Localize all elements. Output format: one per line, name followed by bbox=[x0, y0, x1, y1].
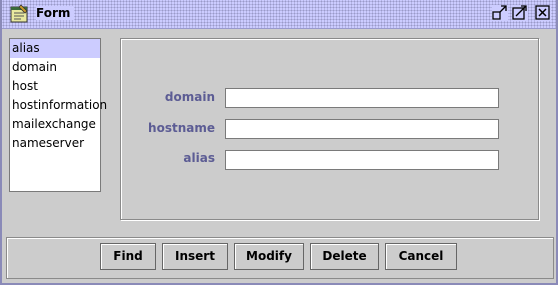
title-bar[interactable]: Form bbox=[2, 0, 556, 29]
alias-label: alias bbox=[183, 151, 215, 165]
table-list[interactable]: alias domain host hostinformation mailex… bbox=[9, 38, 107, 192]
hostname-field[interactable] bbox=[225, 119, 499, 139]
insert-button[interactable]: Insert bbox=[162, 243, 228, 270]
alias-field[interactable] bbox=[225, 150, 499, 170]
modify-button[interactable]: Modify bbox=[234, 243, 304, 270]
list-item-domain[interactable]: domain bbox=[10, 58, 100, 77]
cancel-button[interactable]: Cancel bbox=[385, 243, 457, 270]
list-item-hostinformation[interactable]: hostinformation bbox=[10, 96, 107, 115]
list-item-host[interactable]: host bbox=[10, 77, 100, 96]
window-title: Form bbox=[36, 6, 75, 20]
close-icon[interactable] bbox=[535, 5, 551, 21]
minimize-icon[interactable] bbox=[492, 5, 508, 21]
list-item-nameserver[interactable]: nameserver bbox=[10, 134, 100, 153]
list-item-alias[interactable]: alias bbox=[10, 39, 100, 58]
domain-field[interactable] bbox=[225, 88, 499, 108]
form-window: Form alias domain host hostinformation m… bbox=[0, 0, 558, 285]
domain-label: domain bbox=[164, 90, 215, 104]
maximize-icon[interactable] bbox=[512, 5, 528, 21]
hostname-label: hostname bbox=[148, 121, 215, 135]
list-item-mailexchange[interactable]: mailexchange bbox=[10, 115, 100, 134]
delete-button[interactable]: Delete bbox=[310, 243, 379, 270]
find-button[interactable]: Find bbox=[100, 243, 156, 270]
form-notepad-icon bbox=[8, 4, 30, 24]
